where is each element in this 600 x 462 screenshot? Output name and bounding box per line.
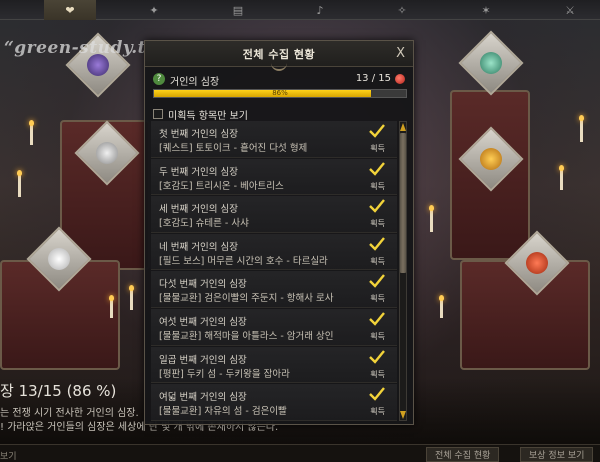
item-location: [퀘스트] 토토이크 - 흩어진 다섯 형제 [159, 143, 308, 154]
close-icon[interactable]: X [396, 46, 405, 61]
checkmark-icon [369, 387, 385, 401]
dialog-header: 전체 수집 현황 X [145, 41, 413, 71]
top-tab-bar: ❤ ✦ ▤ ♪ ✧ ✶ ⚔ [0, 0, 600, 20]
item-status: 획득 [370, 144, 385, 153]
collection-summary-title: 장 13/15 (86 %) [0, 382, 117, 400]
candle-decoration [17, 170, 22, 197]
reward-info-button[interactable]: 보상 정보 보기 [520, 447, 594, 462]
checkmark-icon [369, 349, 385, 364]
checkmark-icon [369, 274, 385, 289]
item-status: 획득 [370, 219, 385, 229]
item-location: [필드 보스] 머무른 시간의 호수 - 타르실라 [159, 255, 328, 267]
ornament-icon [271, 63, 287, 71]
item-name: 네 번째 거인의 심장 [159, 241, 238, 253]
candle-decoration [429, 205, 434, 232]
collection-status-dialog: 전체 수집 현황 X ? 거인의 심장 13 / 15 86% 미획득 항목만 … [144, 40, 414, 425]
checkmark-icon [369, 161, 385, 176]
item-name: 첫 번째 거인의 심장 [159, 129, 238, 140]
list-item[interactable]: 네 번째 거인의 심장 [필드 보스] 머무른 시간의 호수 - 타르실라 획득 [151, 233, 397, 271]
item-status: 획득 [370, 181, 385, 191]
checkmark-icon [369, 312, 385, 326]
bottom-bar [0, 444, 600, 462]
unobtained-only-checkbox[interactable] [153, 109, 163, 119]
tab-heart-icon[interactable]: ❤ [44, 0, 96, 20]
item-location: [물물교환] 자유의 섬 - 검은이빨 [159, 406, 287, 418]
candle-decoration [439, 295, 444, 318]
candle-decoration [559, 165, 564, 190]
collection-list: 첫 번째 거인의 심장 [퀘스트] 토토이크 - 흩어진 다섯 형제 획득 두 … [151, 121, 397, 421]
item-status: 획득 [370, 369, 385, 379]
tab-sword-icon[interactable]: ⚔ [544, 0, 596, 20]
tab-book-icon[interactable]: ▤ [212, 0, 264, 20]
dialog-title: 전체 수집 현황 [242, 47, 316, 61]
item-location: [호감도] 슈테른 - 사샤 [159, 218, 249, 230]
scroll-up-icon[interactable] [400, 123, 406, 131]
item-location: [물물교환] 검은이빨의 주둔지 - 항해사 로사 [159, 293, 334, 305]
checkmark-icon [369, 237, 385, 251]
item-name: 세 번째 거인의 심장 [159, 204, 238, 216]
item-name: 여섯 번째 거인의 심장 [159, 316, 247, 328]
item-location: [평판] 두키 섬 - 두키왕을 잡아라 [159, 368, 290, 380]
checkmark-icon [369, 124, 385, 138]
candle-decoration [129, 285, 134, 310]
checkmark-icon [369, 199, 385, 213]
collection-description: 는 전쟁 시기 전사한 거인의 심장. [0, 408, 139, 419]
progress-section: ? 거인의 심장 13 / 15 86% [153, 71, 407, 101]
heart-count-icon [395, 74, 405, 84]
list-scrollbar[interactable] [399, 121, 407, 421]
list-item[interactable]: 다섯 번째 거인의 심장 [물물교환] 검은이빨의 주둔지 - 항해사 로사 획… [151, 271, 397, 308]
candle-decoration [579, 115, 584, 142]
help-icon[interactable]: ? [153, 73, 165, 85]
tab-music-icon[interactable]: ♪ [294, 0, 346, 20]
candle-decoration [109, 295, 114, 318]
item-name: 여덟 번째 거인의 심장 [159, 392, 247, 404]
list-item[interactable]: 세 번째 거인의 심장 [호감도] 슈테른 - 사샤 획득 [151, 196, 397, 233]
item-name: 두 번째 거인의 심장 [159, 166, 238, 178]
progress-count: 13 / 15 [355, 73, 391, 84]
scroll-down-icon[interactable] [400, 411, 406, 419]
item-name: 일곱 번째 거인의 심장 [159, 354, 247, 366]
tab-star-icon[interactable]: ✦ [128, 0, 180, 20]
progress-bar: 86% [153, 89, 407, 98]
list-item[interactable]: 일곱 번째 거인의 심장 [평판] 두키 섬 - 두키왕을 잡아라 획득 [151, 346, 397, 384]
item-status: 획득 [370, 294, 385, 304]
candle-decoration [29, 120, 34, 145]
item-location: [호감도] 트리시온 - 베아트리스 [159, 180, 284, 192]
progress-percent: 86% [272, 89, 288, 97]
tab-leaf-icon[interactable]: ✶ [460, 0, 512, 20]
item-status: 획득 [370, 407, 385, 417]
item-location: [물물교환] 해적마을 아틀라스 - 암거래 상인 [159, 330, 334, 342]
item-name: 다섯 번째 거인의 심장 [159, 279, 247, 291]
list-item[interactable]: 두 번째 거인의 심장 [호감도] 트리시온 - 베아트리스 획득 [151, 158, 397, 196]
list-item[interactable]: 여섯 번째 거인의 심장 [물물교환] 해적마을 아틀라스 - 암거래 상인 획… [151, 308, 397, 346]
unobtained-only-label: 미획득 항목만 보기 [168, 110, 248, 122]
item-status: 획득 [370, 331, 385, 341]
tab-emblem-icon[interactable]: ✧ [376, 0, 428, 20]
list-item[interactable]: 첫 번째 거인의 심장 [퀘스트] 토토이크 - 흩어진 다섯 형제 획득 [151, 121, 397, 158]
progress-label: 거인의 심장 [170, 77, 220, 88]
item-status: 획득 [370, 256, 385, 266]
full-collection-button[interactable]: 전체 수집 현황 [426, 447, 500, 462]
footer-left-label[interactable]: 보기 [0, 449, 17, 462]
list-item[interactable]: 여덟 번째 거인의 심장 [물물교환] 자유의 섬 - 검은이빨 획득 [151, 384, 397, 421]
scroll-thumb[interactable] [400, 133, 406, 273]
